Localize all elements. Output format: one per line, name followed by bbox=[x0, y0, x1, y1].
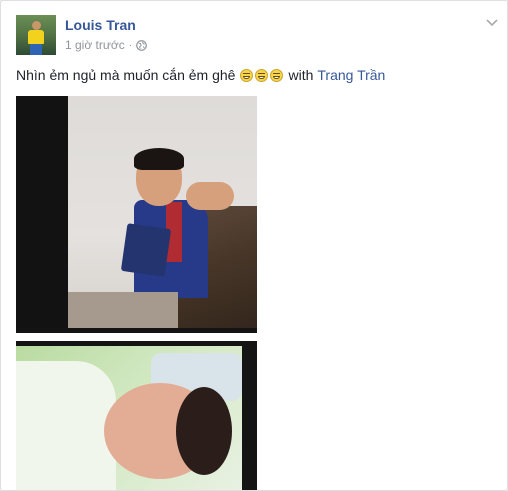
post-photo-man[interactable] bbox=[16, 96, 257, 333]
photo-blanket-fold bbox=[16, 361, 116, 490]
globe-icon[interactable] bbox=[136, 39, 148, 51]
photo-border bbox=[16, 328, 257, 333]
photo-baby-hair bbox=[176, 387, 232, 475]
post-timestamp[interactable]: 1 giờ trước bbox=[65, 38, 125, 52]
avatar-figure-legs bbox=[30, 44, 42, 55]
photo-pants bbox=[68, 292, 178, 328]
with-label: with bbox=[288, 67, 314, 83]
author-name[interactable]: Louis Tran bbox=[65, 17, 136, 33]
grinning-emoji-icon bbox=[270, 68, 284, 82]
grinning-emoji-icon bbox=[240, 68, 254, 82]
avatar-figure-head bbox=[32, 21, 41, 30]
post-message: Nhìn ẻm ngủ mà muốn cắn ẻm ghê with Tran… bbox=[16, 67, 385, 83]
grinning-emoji-icon bbox=[255, 68, 269, 82]
photo-hair bbox=[134, 148, 184, 170]
meta-separator: · bbox=[128, 39, 133, 51]
photo-arm bbox=[186, 182, 234, 210]
post-message-text: Nhìn ẻm ngủ mà muốn cắn ẻm ghê bbox=[16, 67, 236, 83]
post-card: Louis Tran 1 giờ trước · Nhìn ẻm ngủ mà … bbox=[0, 0, 508, 491]
post-meta: 1 giờ trước · bbox=[65, 38, 148, 52]
author-avatar[interactable] bbox=[16, 15, 56, 55]
chevron-down-icon[interactable] bbox=[485, 15, 499, 29]
tagged-friend-link[interactable]: Trang Trần bbox=[317, 67, 385, 83]
avatar-figure-shirt bbox=[28, 30, 44, 44]
post-photo-baby[interactable] bbox=[16, 341, 257, 490]
photo-book bbox=[120, 223, 172, 277]
